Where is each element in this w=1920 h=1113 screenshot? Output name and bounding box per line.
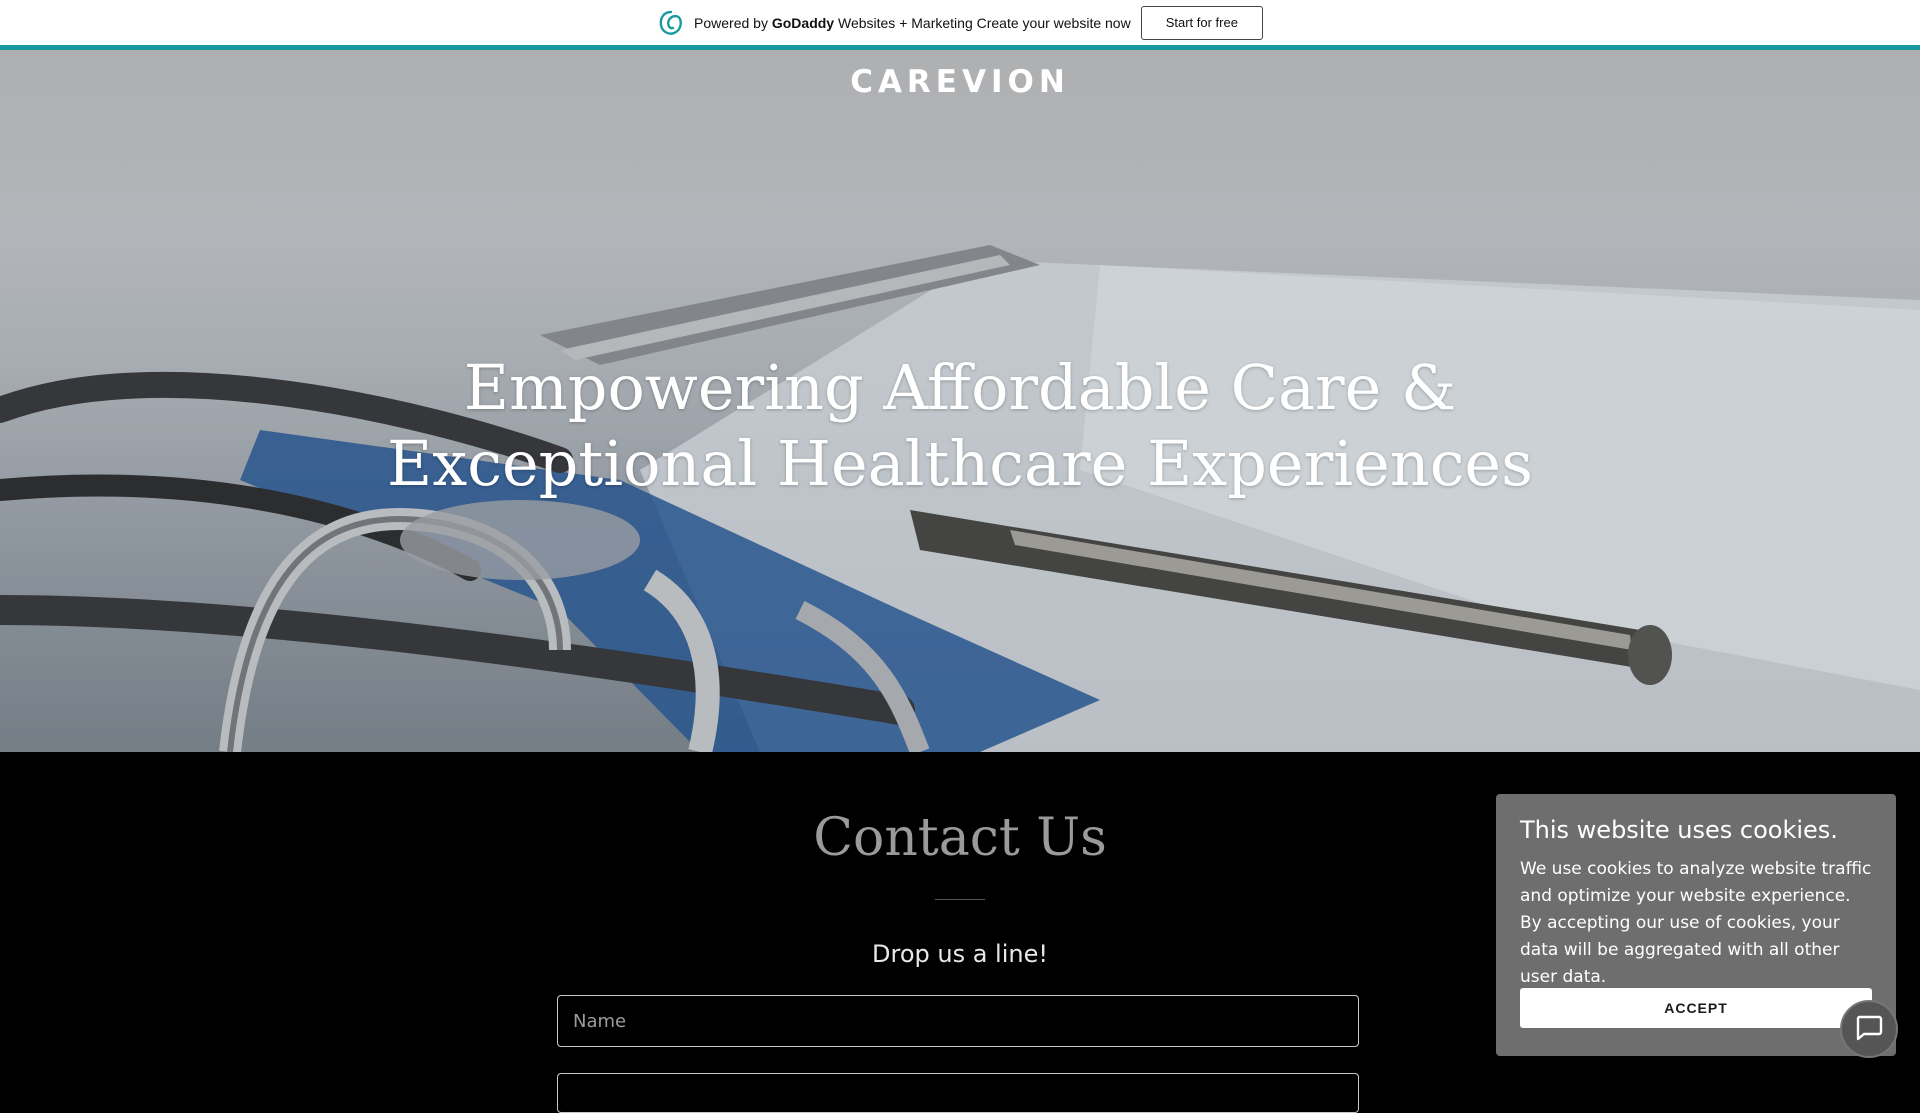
cookie-banner: This website uses cookies. We use cookie… (1496, 794, 1896, 1056)
hero-headline-line1: Empowering Affordable Care & (463, 351, 1457, 424)
cookie-title: This website uses cookies. (1520, 816, 1838, 844)
site-logo[interactable]: CAREVION (0, 64, 1920, 100)
chat-bubble-icon (1853, 1011, 1885, 1048)
powered-by-text: Powered by (694, 14, 768, 31)
section-divider (935, 899, 985, 900)
godaddy-brand-text: GoDaddy (771, 14, 835, 31)
hero-section: CAREVION Empowering Affordable Care & Ex… (0, 50, 1920, 752)
start-for-free-button[interactable]: Start for free (1140, 5, 1263, 40)
accept-cookies-button[interactable]: ACCEPT (1520, 988, 1872, 1028)
hero-headline: Empowering Affordable Care & Exceptional… (0, 350, 1920, 502)
cookie-body: We use cookies to analyze website traffi… (1520, 859, 1872, 987)
chat-widget-button[interactable] (1840, 1000, 1898, 1058)
name-field[interactable] (557, 995, 1359, 1047)
promo-text: Powered by GoDaddy Websites + Marketing … (694, 15, 1131, 31)
promo-bar: Powered by GoDaddy Websites + Marketing … (0, 0, 1920, 50)
promo-tagline: Websites + Marketing Create your website… (837, 14, 1131, 31)
godaddy-logo-icon (657, 9, 685, 37)
email-field[interactable] (557, 1073, 1359, 1113)
hero-headline-line2: Exceptional Healthcare Experiences (387, 427, 1533, 500)
